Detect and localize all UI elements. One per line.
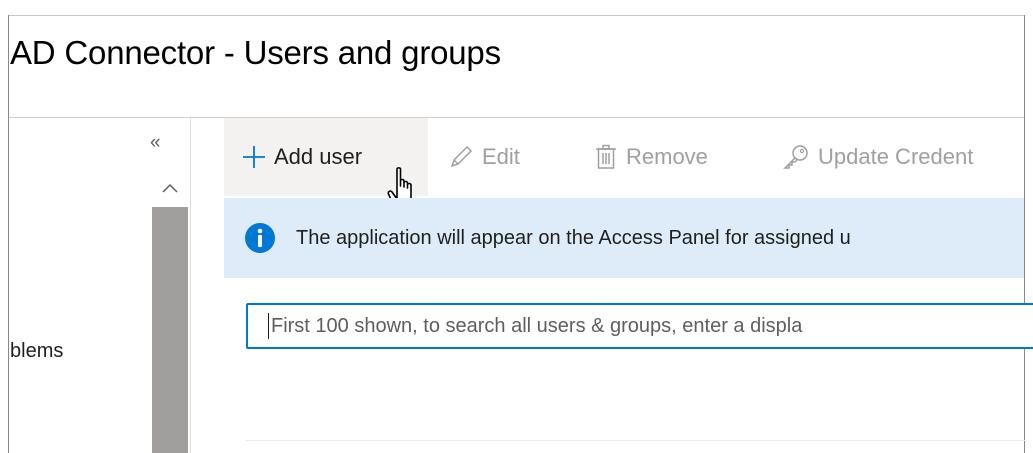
command-bar: Add user Edit Remove Update Credent xyxy=(224,118,1024,196)
info-icon xyxy=(245,223,275,253)
search-input[interactable] xyxy=(268,314,1033,338)
sidebar-item-label: blems xyxy=(10,340,64,362)
update-credentials-button[interactable]: Update Credent xyxy=(782,118,973,196)
double-chevron-left-icon: « xyxy=(150,132,161,153)
trash-icon xyxy=(596,144,616,169)
pencil-icon xyxy=(450,145,473,168)
window-top-border xyxy=(8,15,1025,16)
window-left-border xyxy=(8,15,9,453)
info-banner: The application will appear on the Acces… xyxy=(224,198,1024,278)
sidebar-item-troubleshoot-problems[interactable]: blems xyxy=(10,340,63,363)
chevron-up-icon xyxy=(162,183,178,193)
blade-divider xyxy=(190,118,191,453)
update-credentials-label: Update Credent xyxy=(818,144,974,169)
remove-label: Remove xyxy=(626,144,708,169)
scrollbar-up-button[interactable] xyxy=(152,176,188,200)
edit-button[interactable]: Edit xyxy=(448,118,520,196)
plus-icon xyxy=(243,146,265,168)
sidebar-scrollbar-thumb[interactable] xyxy=(152,207,188,453)
window-right-border xyxy=(1024,15,1025,453)
info-banner-text: The application will appear on the Acces… xyxy=(296,226,851,249)
edit-label: Edit xyxy=(482,144,520,169)
remove-button[interactable]: Remove xyxy=(594,118,708,196)
page-title: AD Connector - Users and groups xyxy=(10,34,501,71)
key-icon xyxy=(783,145,808,169)
list-divider xyxy=(246,440,1026,441)
search-users-field[interactable] xyxy=(246,303,1033,349)
collapse-sidebar-button[interactable]: « xyxy=(150,133,161,153)
add-user-label: Add user xyxy=(274,144,363,169)
